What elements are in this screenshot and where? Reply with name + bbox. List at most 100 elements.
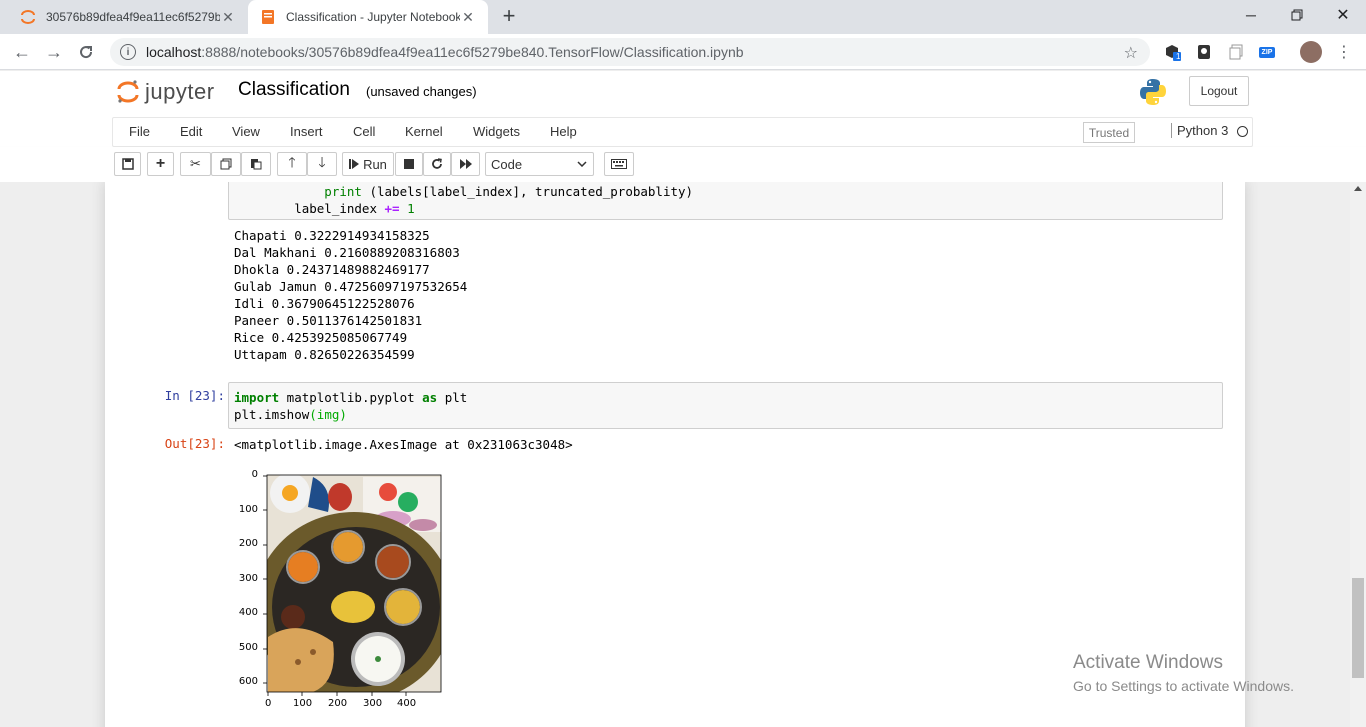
minimize-icon[interactable]: ─ [1228,0,1274,30]
scroll-up-arrow-icon[interactable] [1354,186,1362,191]
output-line: Dhokla 0.24371489882469177 [234,262,430,277]
jupyter-favicon-icon [20,9,36,25]
notebook-area: print (labels[label_index], truncated_pr… [0,182,1350,727]
plus-icon: + [155,155,166,172]
save-button[interactable] [114,152,141,176]
trusted-indicator[interactable]: Trusted [1083,122,1135,143]
browser-tab-inactive[interactable]: 30576b89dfea4f9ea11ec6f5279be840 ✕ [8,0,248,34]
scissors-icon: ✂ [190,156,201,171]
interrupt-button[interactable] [395,152,423,176]
output-line: Paneer 0.5011376142501831 [234,313,423,328]
code-cell-editor[interactable]: import matplotlib.pyplot as plt plt.imsh… [228,382,1223,429]
input-prompt: In [23]: [164,388,225,403]
page-scrollbar[interactable] [1350,182,1366,727]
scrollbar-thumb[interactable] [1352,578,1364,678]
kernel-name[interactable]: Python 3 [1171,123,1228,138]
tab-close-icon[interactable]: ✕ [220,9,236,25]
browser-tab-active[interactable]: Classification - Jupyter Notebook ✕ [248,0,488,34]
output-prompt: Out[23]: [164,436,225,451]
logout-button[interactable]: Logout [1189,76,1249,106]
output-line: Dal Makhani 0.2160889208316803 [234,245,460,260]
move-up-button[interactable]: 🡑 [277,152,307,176]
zip-label: ZIP [1258,46,1276,58]
cell-output: Chapati 0.3222914934158325 Dal Makhani 0… [234,227,467,363]
extension-shield-icon[interactable] [1194,42,1214,62]
imshow-figure [263,474,442,696]
menu-insert[interactable]: Insert [290,124,323,139]
arrow-up-icon: 🡑 [288,154,296,170]
output-line: Gulab Jamun 0.47256097197532654 [234,279,468,294]
notebook-title[interactable]: Classification [238,79,350,101]
code-cell-editor[interactable]: print (labels[label_index], truncated_pr… [228,182,1223,220]
y-tick-label: 600 [238,676,258,687]
restore-icon[interactable] [1274,0,1320,30]
code-line: label_index += 1 [234,201,415,216]
restart-button[interactable] [423,152,451,176]
url-input[interactable]: i localhost:8888/notebooks/30576b89dfea4… [110,38,1150,66]
browser-address-bar: ← → i localhost:8888/notebooks/30576b89d… [0,34,1366,70]
url-path: :8888/notebooks/30576b89dfea4f9ea11ec6f5… [201,44,744,60]
profile-avatar[interactable] [1300,41,1322,63]
move-down-button[interactable]: 🡓 [307,152,337,176]
y-tick-label: 300 [238,573,258,584]
restart-run-all-button[interactable] [451,152,480,176]
tab-title: 30576b89dfea4f9ea11ec6f5279be840 [46,10,220,24]
menu-widgets[interactable]: Widgets [473,124,520,139]
chevron-down-icon [577,161,587,167]
watermark-title: Activate Windows [1073,652,1223,673]
menu-help[interactable]: Help [550,124,577,139]
back-arrow-icon[interactable]: ← [10,40,34,64]
extension-badge: 1 [1176,52,1181,61]
copy-icon [220,158,232,170]
code-line: print (labels[label_index], truncated_pr… [234,184,694,199]
cell-type-select[interactable]: Code [485,152,594,176]
tab-title: Classification - Jupyter Notebook [286,10,460,24]
menu-file[interactable]: File [129,124,150,139]
paste-icon [251,159,262,170]
forward-arrow-icon[interactable]: → [42,40,66,64]
extension-copy-icon[interactable] [1226,42,1246,62]
copy-button[interactable] [211,152,241,176]
extension-cube-icon[interactable]: 1 [1162,42,1182,62]
new-tab-icon[interactable]: + [498,5,520,28]
menu-kernel[interactable]: Kernel [405,124,443,139]
run-button[interactable]: Run [342,152,394,176]
menu-view[interactable]: View [232,124,260,139]
browser-menu-icon[interactable]: ⋮ [1334,42,1354,62]
code-line: plt.imshow(img) [234,407,347,422]
arrow-down-icon: 🡓 [318,154,326,170]
jupyter-header: jupyter Classification (unsaved changes)… [0,71,1366,117]
x-tick-label: 100 [293,698,313,709]
browser-tab-bar: 30576b89dfea4f9ea11ec6f5279be840 ✕ Class… [0,0,1366,34]
extension-zip-icon[interactable]: ZIP [1257,42,1277,62]
jupyter-logo[interactable]: jupyter [117,77,215,107]
y-tick-label: 400 [238,607,258,618]
x-axis-ticks [267,692,407,696]
output-line: Uttapam 0.82650226354599 [234,347,415,362]
reload-icon[interactable] [74,40,98,64]
step-forward-icon [349,159,360,169]
menu-edit[interactable]: Edit [180,124,202,139]
window-close-icon[interactable]: ✕ [1320,0,1366,30]
jupyter-logo-icon [117,80,139,103]
y-tick-label: 0 [251,469,258,480]
keyboard-icon [611,159,627,169]
output-line: Idli 0.36790645122528076 [234,296,415,311]
x-tick-label: 0 [265,698,272,709]
save-status: (unsaved changes) [366,84,477,99]
menu-bar: File Edit View Insert Cell Kernel Widget… [0,117,1366,147]
insert-cell-button[interactable]: + [147,152,174,176]
site-info-icon[interactable]: i [120,44,136,60]
paste-button[interactable] [241,152,271,176]
command-palette-button[interactable] [604,152,634,176]
output-line: Chapati 0.3222914934158325 [234,228,430,243]
imshow-plot: 0 100 200 300 400 500 600 0 100 200 300 … [228,467,468,717]
stop-icon [404,159,414,169]
restart-icon [432,158,442,169]
tab-close-icon[interactable]: ✕ [460,9,476,25]
url-host: localhost [146,44,202,60]
notebook-toolbar: + ✂ 🡑 🡓 Run Code [0,147,1366,182]
cut-button[interactable]: ✂ [180,152,211,176]
menu-cell[interactable]: Cell [353,124,375,139]
bookmark-star-icon[interactable]: ☆ [1124,43,1138,63]
